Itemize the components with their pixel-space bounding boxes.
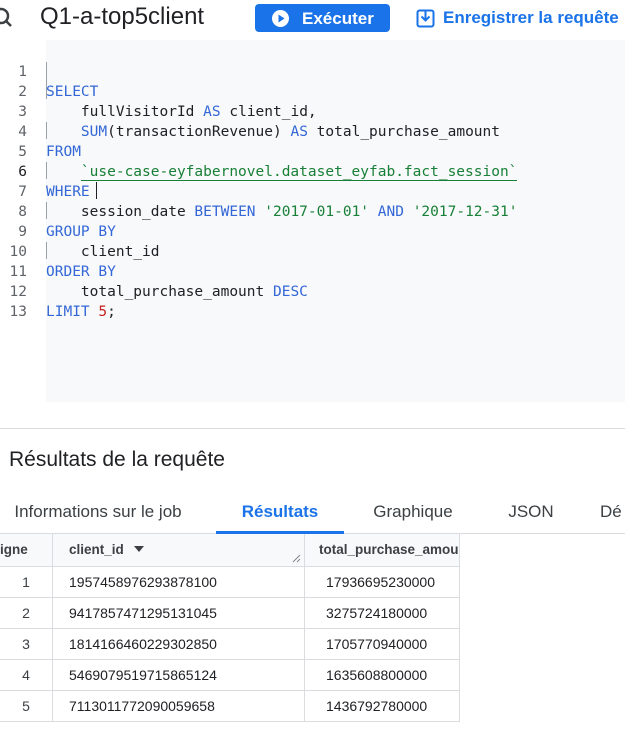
save-query-button[interactable]: Enregistrer la requête (416, 4, 619, 32)
code-line: 2 fullVisitorId AS client_id, (0, 62, 625, 120)
table-row: 4 5469079519715865124 1635608800000 (0, 660, 460, 691)
row-number-cell: 5 (0, 691, 53, 722)
play-icon (272, 10, 289, 27)
sql-keyword: LIMIT (46, 304, 90, 320)
line-number: 13 (9, 304, 27, 320)
code-line: 11 total_purchase_amount DESC (0, 242, 625, 300)
tab-chart[interactable]: Graphique (360, 492, 466, 534)
tab-details[interactable]: Dé (600, 492, 625, 534)
code-line: 12 LIMIT 5; (0, 262, 625, 320)
code-line: 9 client_id (0, 202, 625, 260)
client-id-cell[interactable]: 1814166460229302850 (53, 629, 305, 660)
code-line: 10 ORDER BY (0, 222, 625, 280)
tab-json[interactable]: JSON (494, 492, 568, 534)
column-header-row-number[interactable]: igne (0, 534, 53, 567)
column-header-total-purchase-amount[interactable]: total_purchase_amou (305, 534, 460, 567)
save-query-label: Enregistrer la requête (443, 8, 619, 27)
row-number-cell: 4 (0, 660, 53, 691)
column-header-label: total_purchase_amou (319, 542, 459, 557)
table-row: 5 7113011772090059658 1436792780000 (0, 691, 460, 722)
query-icon (0, 7, 12, 27)
table-header-row: igne client_id total_purchase_amou (0, 534, 460, 567)
row-number-cell: 3 (0, 629, 53, 660)
table-row: 3 1814166460229302850 1705770940000 (0, 629, 460, 660)
sql-number: 5 (98, 304, 108, 320)
tab-job-information[interactable]: Informations sur le job (0, 492, 196, 534)
column-header-label: client_id (69, 542, 124, 557)
run-button-label: Exécuter (302, 9, 374, 28)
query-toolbar: Q1-a-top5client Exécuter Enregistrer la … (0, 0, 625, 38)
run-button[interactable]: Exécuter (255, 4, 390, 32)
column-resize-icon[interactable] (292, 554, 301, 563)
tab-results[interactable]: Résultats (216, 492, 344, 534)
column-header-client-id[interactable]: client_id (53, 534, 305, 567)
client-id-cell[interactable]: 9417857471295131045 (53, 598, 305, 629)
sql-editor[interactable]: 1 SELECT 2 fullVisitorId AS client_id, 3… (0, 40, 625, 402)
total-purchase-cell[interactable]: 1436792780000 (305, 691, 460, 722)
code-line: 5 `use-case-eyfabernovel.dataset_eyfab.f… (0, 122, 625, 181)
row-number-cell: 1 (0, 567, 53, 598)
row-number-cell: 2 (0, 598, 53, 629)
total-purchase-cell[interactable]: 1705770940000 (305, 629, 460, 660)
client-id-cell[interactable]: 5469079519715865124 (53, 660, 305, 691)
sql-punctuation: ; (107, 304, 116, 320)
query-name[interactable]: Q1-a-top5client (40, 3, 204, 31)
table-row: 2 9417857471295131045 3275724180000 (0, 598, 460, 629)
results-tabs: Informations sur le job Résultats Graphi… (0, 492, 625, 534)
code-line: 1 SELECT (0, 42, 625, 100)
sort-desc-icon[interactable] (133, 546, 144, 552)
table-row: 1 1957458976293878100 17936695230000 (0, 567, 460, 598)
results-heading: Résultats de la requête (9, 448, 225, 471)
client-id-cell[interactable]: 7113011772090059658 (53, 691, 305, 722)
code-line: 8 GROUP BY (0, 182, 625, 240)
save-icon (416, 9, 435, 27)
panel-splitter[interactable] (0, 428, 625, 429)
code-line: 13 (0, 282, 625, 320)
code-line: 6 WHERE (0, 142, 625, 200)
total-purchase-cell[interactable]: 3275724180000 (305, 598, 460, 629)
code-line: 3 SUM(transactionRevenue) AS total_purch… (0, 82, 625, 140)
total-purchase-cell[interactable]: 1635608800000 (305, 660, 460, 691)
client-id-cell[interactable]: 1957458976293878100 (53, 567, 305, 598)
code-line: 7 session_date BETWEEN '2017-01-01' AND … (0, 162, 625, 220)
code-line: 4 FROM (0, 102, 625, 160)
total-purchase-cell[interactable]: 17936695230000 (305, 567, 460, 598)
